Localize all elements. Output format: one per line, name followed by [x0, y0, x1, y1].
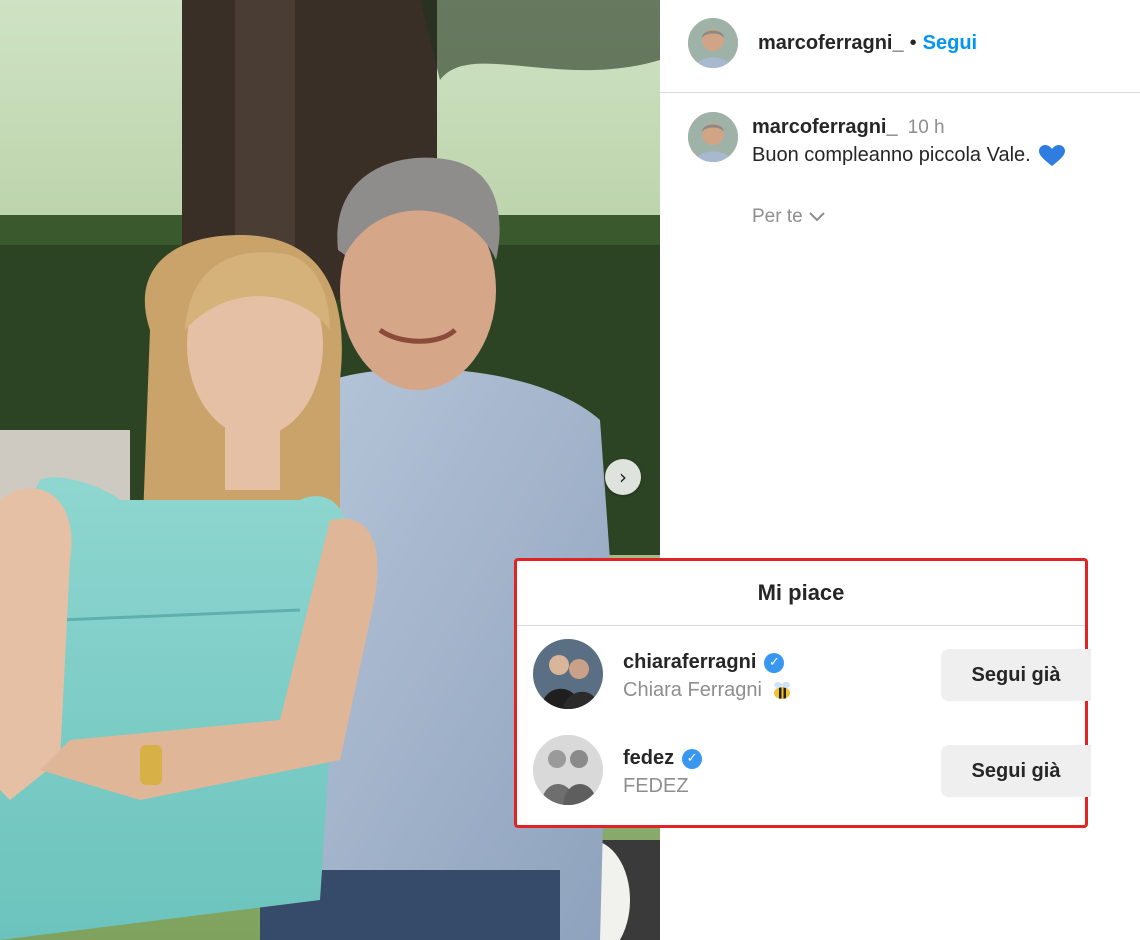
- following-button[interactable]: Segui già: [941, 649, 1091, 701]
- caption-author-avatar[interactable]: [688, 112, 738, 162]
- chevron-right-icon: ›: [619, 465, 627, 489]
- likes-dialog: Mi piace chiaraferragni ✓ Chiara Ferragn…: [514, 558, 1091, 828]
- like-username-line: chiaraferragni ✓: [623, 651, 785, 674]
- chevron-down-icon: [808, 212, 825, 222]
- bee-icon: [773, 681, 790, 699]
- per-te-label: Per te: [752, 206, 803, 227]
- verified-badge-icon: ✓: [764, 652, 785, 673]
- separator-dot: •: [909, 32, 917, 54]
- likes-dialog-title: Mi piace: [517, 561, 1085, 626]
- header-user-line: marcoferragni_ • Segui: [758, 32, 977, 55]
- list-item: fedez ✓ FEDEZ Segui già: [517, 727, 1091, 817]
- like-fullname-line: Chiara Ferragni: [623, 679, 794, 702]
- liker-full-name: FEDEZ: [623, 775, 689, 797]
- avatar[interactable]: [533, 735, 603, 805]
- caption-username[interactable]: marcoferragni_: [752, 116, 898, 139]
- caption-text: Buon compleanno piccola Vale.: [752, 144, 1065, 167]
- post-time[interactable]: 10 h: [908, 117, 945, 139]
- list-item: chiaraferragni ✓ Chiara Ferragni Segui g…: [517, 631, 1091, 721]
- follow-button[interactable]: Segui: [923, 32, 977, 55]
- carousel-next-button[interactable]: ›: [605, 459, 641, 495]
- verified-badge-icon: ✓: [682, 748, 703, 769]
- per-te-toggle[interactable]: Per te: [752, 206, 825, 228]
- liker-username[interactable]: chiaraferragni: [623, 651, 756, 674]
- caption-user-line: marcoferragni_ 10 h: [752, 116, 945, 139]
- blue-heart-icon: [1038, 144, 1065, 166]
- liker-full-name: Chiara Ferragni: [623, 679, 762, 701]
- like-username-line: fedez ✓: [623, 747, 703, 770]
- liker-username[interactable]: fedez: [623, 747, 674, 770]
- author-username[interactable]: marcoferragni_: [758, 32, 904, 55]
- caption-body: Buon compleanno piccola Vale.: [752, 144, 1031, 166]
- like-fullname-line: FEDEZ: [623, 775, 689, 798]
- following-button[interactable]: Segui già: [941, 745, 1091, 797]
- avatar[interactable]: [533, 639, 603, 709]
- author-avatar[interactable]: [688, 18, 738, 68]
- post-header: marcoferragni_ • Segui: [660, 0, 1140, 93]
